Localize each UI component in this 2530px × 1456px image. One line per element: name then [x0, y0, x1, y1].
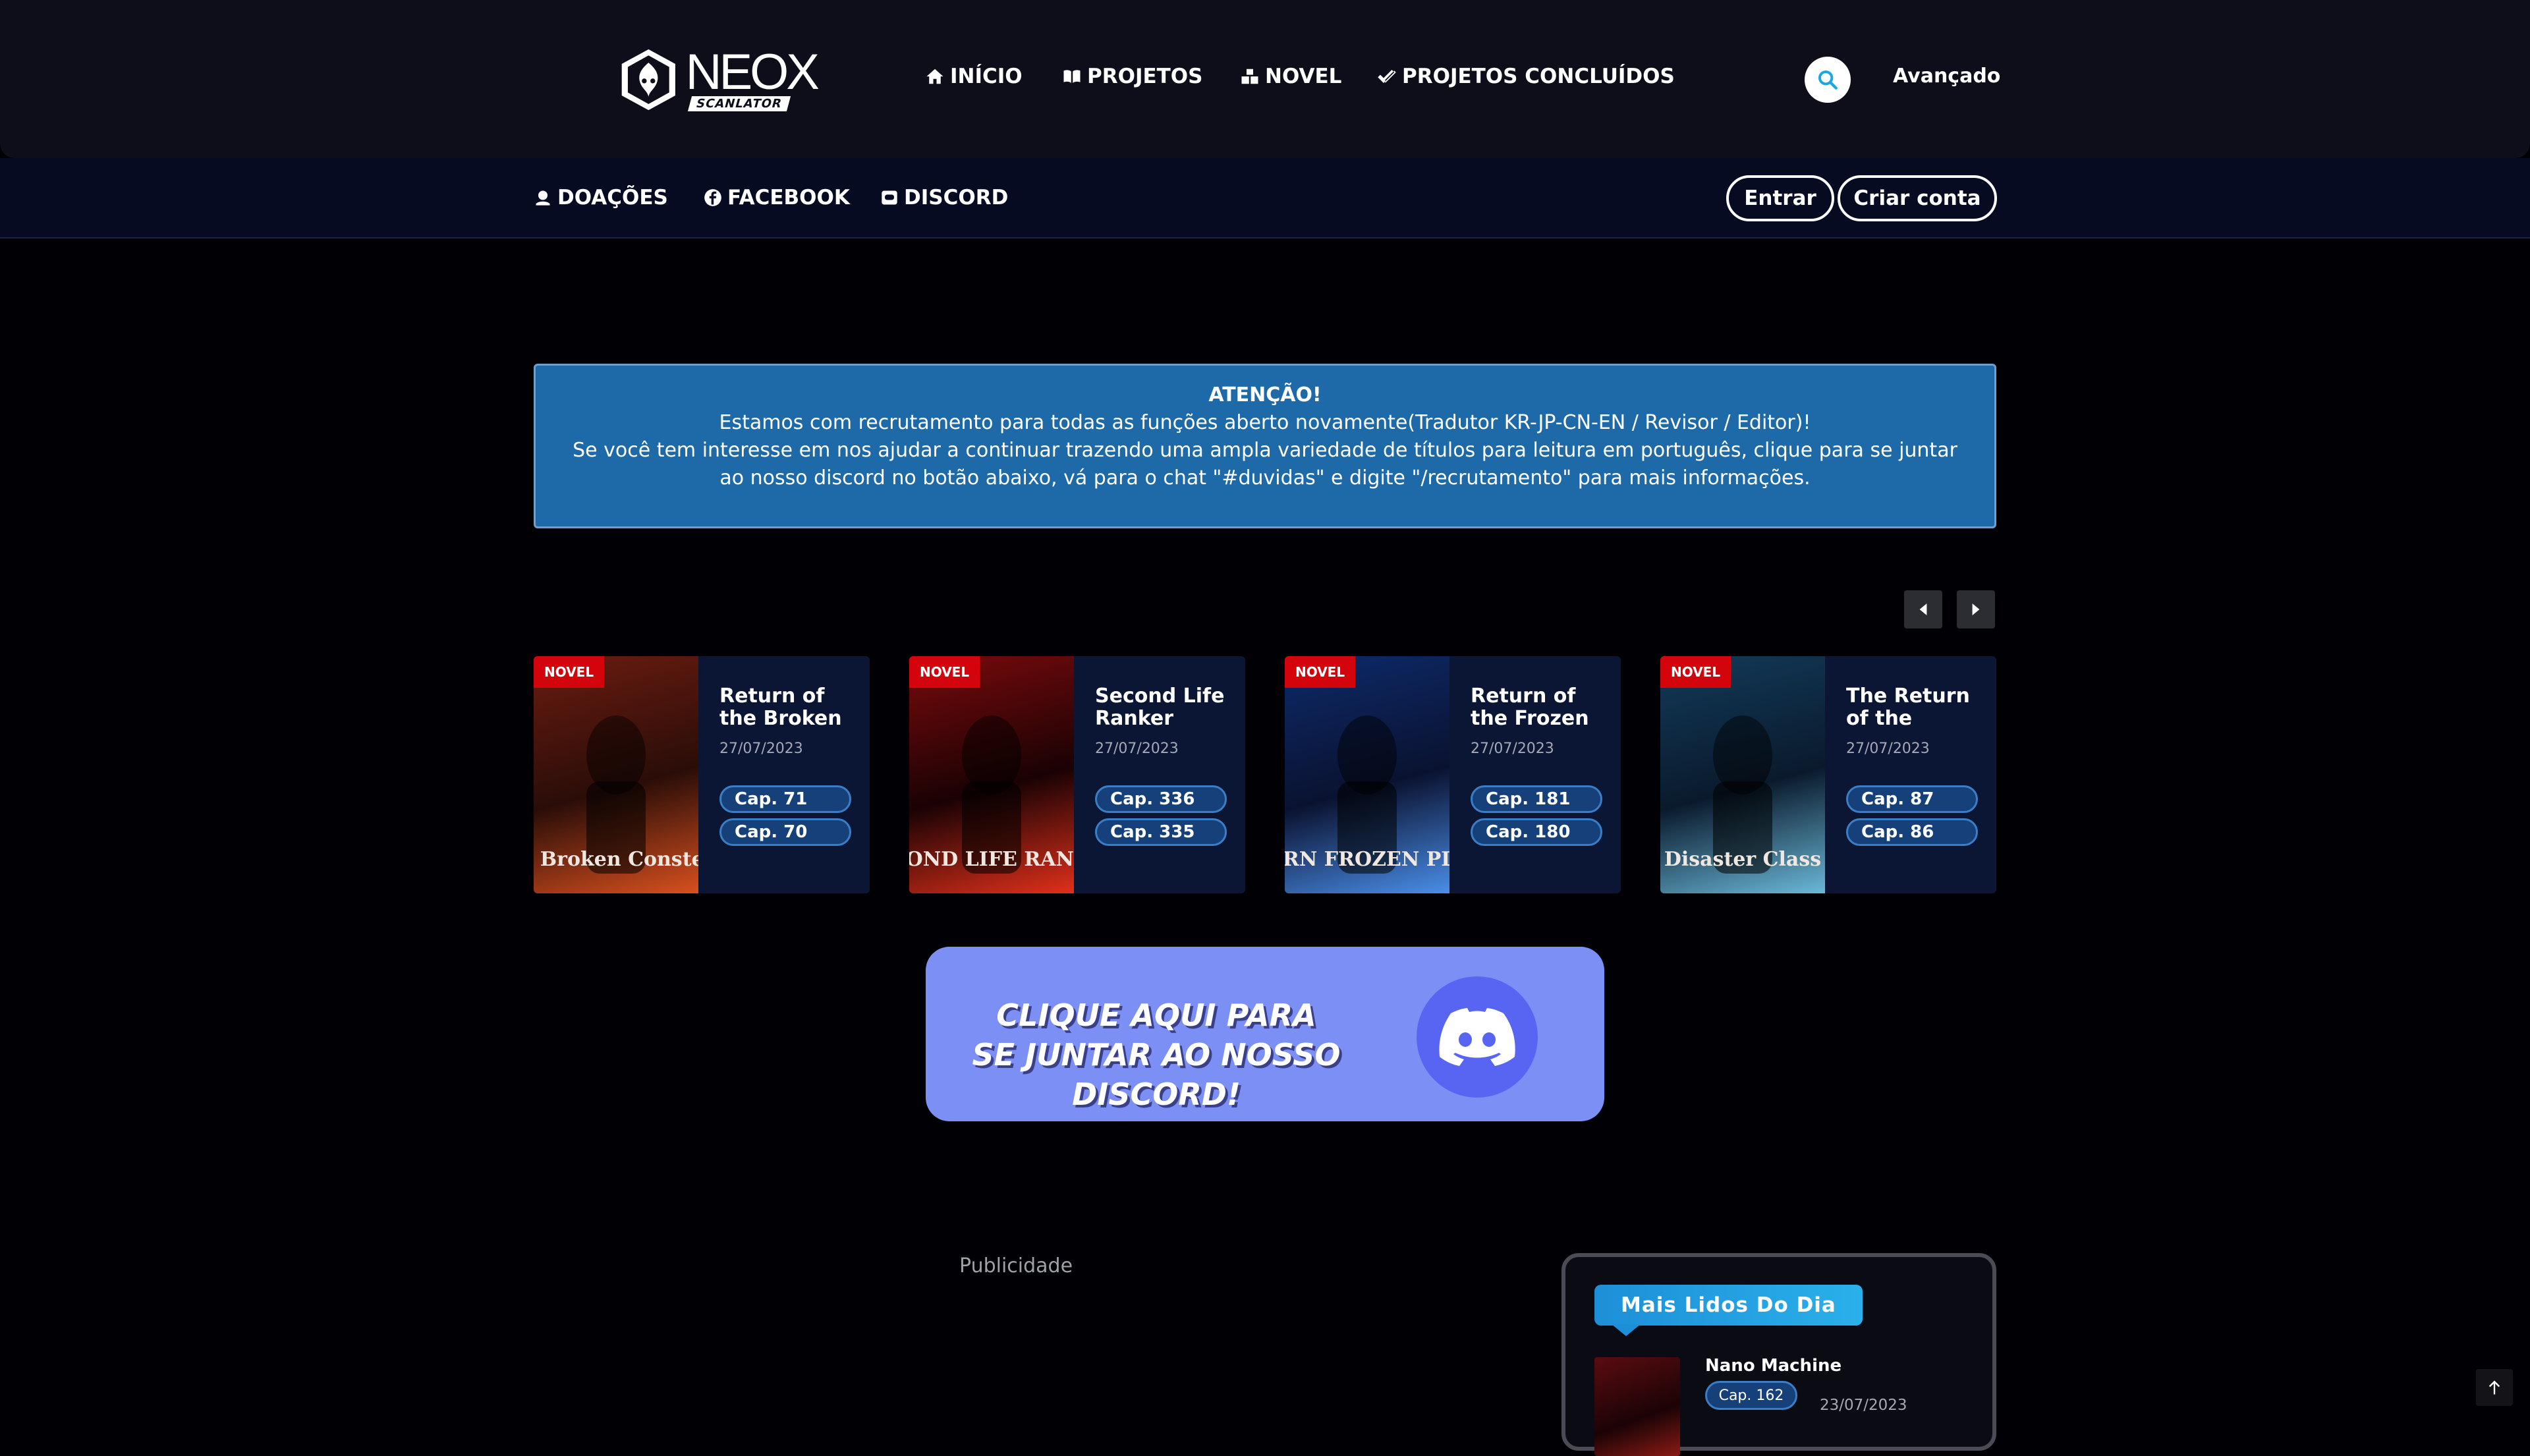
- novel-badge: NOVEL: [1285, 656, 1356, 688]
- subnav-item-label: DOAÇÕES: [557, 186, 668, 210]
- card-date: 27/07/2023: [1846, 741, 1930, 757]
- login-button[interactable]: Entrar: [1726, 175, 1834, 221]
- discord-face-icon: [1439, 1008, 1515, 1066]
- book-open-icon: [1063, 70, 1081, 83]
- card-title[interactable]: Return of the Broken Constellation: [719, 685, 851, 730]
- cover-art: Disaster Class: [1664, 715, 1821, 874]
- search-icon: [1818, 70, 1838, 90]
- notice-title: ATENÇÃO!: [1208, 383, 1322, 406]
- novel-badge: NOVEL: [1660, 656, 1731, 688]
- card-title[interactable]: The Return of the Disaster-Class Hero: [1846, 685, 1978, 730]
- cover-title-text: RETURN FROZEN PLAYER: [1285, 848, 1449, 871]
- chapter-button[interactable]: Cap. 87: [1846, 785, 1978, 813]
- cover-title-text: Return Broken Constellation: [534, 848, 698, 871]
- card-date: 27/07/2023: [1095, 741, 1179, 757]
- subnav-item-label: DISCORD: [904, 186, 1009, 210]
- ad-label: Publicidade: [959, 1254, 1073, 1277]
- release-card[interactable]: Return Broken Constellation NOVEL Return o…: [534, 656, 870, 893]
- site-logo[interactable]: NEOX SCANLATOR: [619, 43, 820, 116]
- logo-badge-icon: [621, 49, 675, 111]
- release-card[interactable]: SECOND LIFE RANKER NOVEL Second Life Ranke…: [909, 656, 1245, 893]
- release-card[interactable]: Disaster Class NOVEL The Return of the Dis…: [1660, 656, 1996, 893]
- most-read-item-date: 23/07/2023: [1820, 1397, 1907, 1414]
- top-navbar: NEOX SCANLATOR INÍCIO PROJETOS NOVEL PRO…: [0, 0, 2530, 158]
- advanced-search-link[interactable]: Avançado: [1893, 65, 2000, 88]
- release-card[interactable]: RETURN FROZEN PLAYER NOVEL Return of the F…: [1285, 656, 1621, 893]
- check-double-icon: [1378, 70, 1396, 83]
- card-title[interactable]: Second Life Ranker: [1095, 685, 1227, 730]
- recruitment-notice: ATENÇÃO! Estamos com recrutamento para t…: [534, 364, 1996, 528]
- nav-item-projetos-concluidos[interactable]: PROJETOS CONCLUÍDOS: [1377, 65, 1675, 88]
- subnav-item-discord[interactable]: DISCORD: [880, 186, 1008, 210]
- logo-subtitle: SCANLATOR: [687, 96, 791, 111]
- chapter-button[interactable]: Cap. 181: [1471, 785, 1602, 813]
- subnav-item-label: FACEBOOK: [727, 186, 850, 210]
- notice-line-2: Se você tem interesse em nos ajudar a co…: [573, 439, 1957, 490]
- chapter-button[interactable]: Cap. 336: [1095, 785, 1227, 813]
- discord-icon: [882, 190, 897, 205]
- discord-banner-text: CLIQUE AQUI PARA SE JUNTAR AO NOSSO DISC…: [972, 997, 1341, 1112]
- cover-image[interactable]: SECOND LIFE RANKER NOVEL: [909, 656, 1123, 893]
- card-date: 27/07/2023: [719, 741, 803, 757]
- cover-image[interactable]: RETURN FROZEN PLAYER NOVEL: [1285, 656, 1515, 893]
- chapter-button[interactable]: Cap. 71: [719, 785, 851, 813]
- nav-item-projetos[interactable]: PROJETOS: [1062, 65, 1202, 88]
- logo-text: NEOX SCANLATOR: [685, 43, 820, 111]
- arrow-up-icon: [2488, 1380, 2500, 1395]
- cover-image[interactable]: Return Broken Constellation NOVEL: [534, 656, 776, 893]
- novel-badge: NOVEL: [909, 656, 980, 688]
- secondary-navbar: DOAÇÕES FACEBOOK DISCORD Entrar Criar co…: [0, 158, 2530, 238]
- most-read-title: Mais Lidos Do Dia: [1594, 1285, 1863, 1326]
- home-icon: [926, 69, 943, 84]
- boxes-icon: [1241, 69, 1258, 84]
- chapter-button[interactable]: Cap. 70: [719, 818, 851, 846]
- subnav-item-doacoes[interactable]: DOAÇÕES: [534, 186, 668, 210]
- most-read-item-name[interactable]: Nano Machine: [1705, 1356, 1841, 1376]
- notice-line-1: Estamos com recrutamento para todas as f…: [719, 411, 1811, 434]
- card-title[interactable]: Return of the Frozen Player: [1471, 685, 1602, 730]
- nav-item-label: PROJETOS: [1087, 65, 1203, 88]
- subnav-item-facebook[interactable]: FACEBOOK: [704, 186, 850, 210]
- cover-image[interactable]: Disaster Class NOVEL: [1660, 656, 1825, 893]
- chapter-button[interactable]: Cap. 180: [1471, 818, 1602, 846]
- donate-icon: [536, 190, 550, 206]
- discord-join-banner[interactable]: CLIQUE AQUI PARA SE JUNTAR AO NOSSO DISC…: [926, 947, 1604, 1121]
- search-button[interactable]: [1805, 57, 1851, 103]
- slider-next-button[interactable]: [1957, 590, 1995, 629]
- title-pointer: [1612, 1324, 1641, 1336]
- chapter-button[interactable]: Cap. 335: [1095, 818, 1227, 846]
- caret-right-icon: [1972, 603, 1980, 615]
- most-read-item-chapter[interactable]: Cap. 162: [1705, 1381, 1797, 1410]
- nav-item-inicio[interactable]: INÍCIO: [925, 65, 1023, 88]
- cover-art: RETURN FROZEN PLAYER: [1285, 715, 1515, 874]
- chapter-button[interactable]: Cap. 86: [1846, 818, 1978, 846]
- discord-logo-icon: [1417, 976, 1538, 1098]
- facebook-icon: [704, 189, 721, 206]
- novel-badge: NOVEL: [534, 656, 605, 688]
- card-date: 27/07/2023: [1471, 741, 1554, 757]
- nav-item-novel[interactable]: NOVEL: [1240, 65, 1341, 88]
- register-button[interactable]: Criar conta: [1838, 175, 1997, 221]
- slider-prev-button[interactable]: [1904, 590, 1942, 629]
- nav-item-label: PROJETOS CONCLUÍDOS: [1402, 65, 1675, 88]
- cover-art: Return Broken Constellation: [534, 715, 776, 874]
- cover-art: SECOND LIFE RANKER: [909, 715, 1123, 874]
- nav-item-label: INÍCIO: [950, 65, 1023, 88]
- nav-item-label: NOVEL: [1265, 65, 1342, 88]
- most-read-widget: Mais Lidos Do Dia Nano Machine Cap. 162 …: [1561, 1253, 1996, 1456]
- logo-title: NEOX: [685, 43, 820, 100]
- most-read-thumbnail[interactable]: [1594, 1357, 1680, 1456]
- cover-title-text: Disaster Class: [1664, 848, 1821, 871]
- caret-left-icon: [1919, 603, 1927, 615]
- cover-title-text: SECOND LIFE RANKER: [909, 848, 1074, 871]
- scroll-to-top-button[interactable]: [2476, 1369, 2513, 1406]
